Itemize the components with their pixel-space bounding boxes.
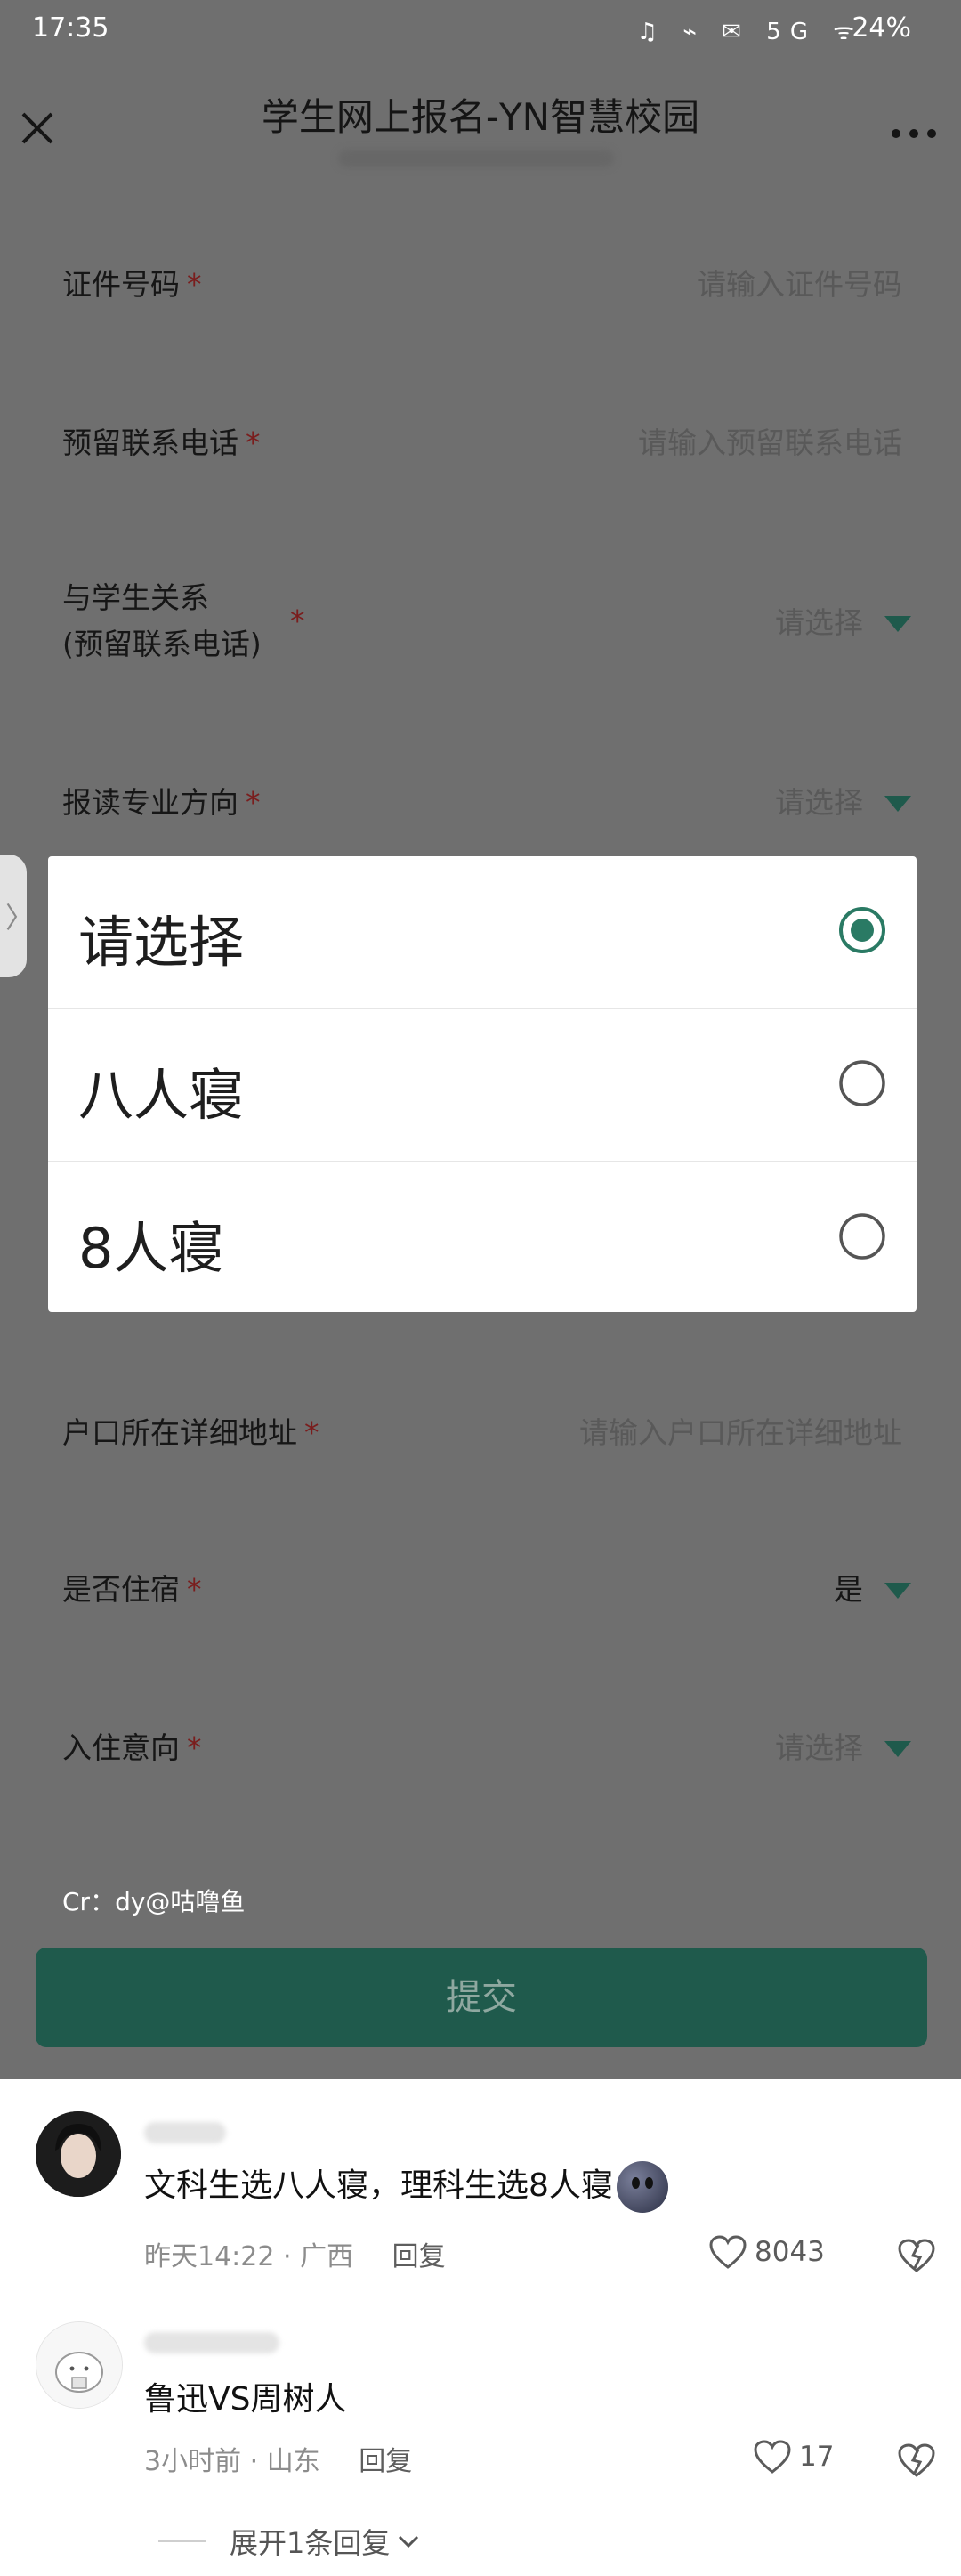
option-label: 八人寝: [78, 1063, 245, 1128]
emoji-icon: [616, 2161, 668, 2213]
avatar[interactable]: [36, 2111, 121, 2197]
avatar-photo: [36, 2111, 121, 2197]
field-household-address[interactable]: 户口所在详细地址 * 请输入户口所在详细地址: [0, 1410, 961, 1481]
dislike-icon[interactable]: [897, 2238, 936, 2273]
watermark-credit: Cr：dy@咕噜鱼: [62, 1887, 246, 1916]
comment-text: 文科生选八人寝，理科生选8人寝: [144, 2159, 668, 2213]
reply-link[interactable]: 回复: [359, 2446, 412, 2477]
required-mark: *: [187, 267, 202, 302]
required-mark: *: [187, 1572, 202, 1607]
blurred-username: [144, 2122, 226, 2143]
submit-button[interactable]: 提交: [36, 1948, 927, 2047]
form-screenshot: 17:35 ♫ ⌁ ✉ 5G ᯤ 24% 学生网上报名-YN智慧校园 证件号码 *…: [0, 0, 961, 2079]
option-eight-person-dorm-cn[interactable]: 八人寝: [48, 1008, 917, 1161]
chevron-down-icon: [399, 2535, 419, 2548]
field-contact-phone[interactable]: 预留联系电话 * 请输入预留联系电话: [0, 420, 961, 491]
field-label: 是否住宿: [62, 1572, 180, 1607]
more-options-icon[interactable]: [890, 126, 938, 141]
side-chevron-icon: 〉: [5, 901, 35, 935]
status-time: 17:35: [32, 12, 109, 44]
meta-separator: ·: [283, 2241, 292, 2272]
expand-replies-link[interactable]: 展开1条回复: [158, 2521, 420, 2562]
required-mark: *: [246, 425, 261, 460]
heart-icon: [754, 2440, 791, 2474]
meta-separator: ·: [249, 2446, 259, 2477]
comment-text: 鲁迅VS周树人: [144, 2381, 347, 2418]
like-button[interactable]: 17: [753, 2439, 834, 2475]
caret-down-icon[interactable]: [884, 616, 911, 632]
option-please-select[interactable]: 请选择: [48, 856, 917, 1008]
required-mark: *: [187, 1730, 202, 1765]
field-label: 与学生关系: [62, 580, 209, 615]
dislike-icon[interactable]: [897, 2442, 936, 2478]
expand-replies-label: 展开1条回复: [230, 2526, 391, 2560]
field-id-number[interactable]: 证件号码 * 请输入证件号码: [0, 262, 961, 333]
divider-line: [158, 2540, 206, 2542]
heart-icon: [709, 2235, 747, 2269]
select-value[interactable]: 请选择: [775, 600, 863, 646]
caret-down-icon[interactable]: [884, 1741, 911, 1757]
blurred-username: [144, 2332, 279, 2353]
radio-unselected-icon[interactable]: [838, 1212, 886, 1260]
field-boarding[interactable]: 是否住宿 * 是: [0, 1567, 961, 1638]
radio-selected-icon[interactable]: [838, 906, 886, 954]
dorm-options-popup: 请选择 八人寝 8人寝: [48, 856, 917, 1312]
field-label: 户口所在详细地址: [62, 1415, 297, 1450]
reply-link[interactable]: 回复: [392, 2241, 446, 2272]
like-button[interactable]: 8043: [708, 2234, 825, 2270]
select-value[interactable]: 请选择: [775, 1725, 863, 1771]
comment-time: 3小时前: [144, 2446, 242, 2477]
option-eight-person-dorm-num[interactable]: 8人寝: [48, 1161, 917, 1314]
battery-level: 24%: [852, 12, 911, 44]
blurred-subtitle: [338, 150, 614, 167]
required-mark: *: [246, 785, 261, 820]
page-title: 学生网上报名-YN智慧校园: [261, 95, 700, 139]
comment-location: 广西: [300, 2241, 354, 2272]
status-bar: 17:35 ♫ ⌁ ✉ 5G ᯤ 24%: [0, 0, 961, 62]
select-value[interactable]: 是: [834, 1567, 863, 1613]
comment-time: 昨天14:22: [144, 2241, 275, 2272]
avatar[interactable]: [36, 2321, 123, 2409]
field-major[interactable]: 报读专业方向 * 请选择: [0, 780, 961, 851]
side-drawer-handle[interactable]: 〉: [0, 855, 34, 977]
field-label: 报读专业方向: [62, 785, 238, 820]
option-label: 请选择: [78, 910, 245, 975]
comment-meta: 3小时前 · 山东 回复: [144, 2439, 412, 2478]
like-count: 17: [799, 2441, 835, 2473]
radio-unselected-icon[interactable]: [838, 1059, 886, 1107]
comment-location: 山东: [266, 2446, 320, 2477]
field-placeholder[interactable]: 请输入户口所在详细地址: [579, 1410, 902, 1456]
comments-section: 文科生选八人寝，理科生选8人寝 昨天14:22 · 广西 回复 8043 鲁迅V…: [0, 2079, 961, 2576]
field-placeholder[interactable]: 请输入证件号码: [697, 262, 902, 308]
avatar-cartoon: [36, 2322, 122, 2408]
option-label: 8人寝: [78, 1216, 224, 1281]
field-placeholder[interactable]: 请输入预留联系电话: [638, 420, 902, 466]
like-count: 8043: [755, 2236, 825, 2268]
caret-down-icon[interactable]: [884, 1583, 911, 1599]
caret-down-icon[interactable]: [884, 796, 911, 812]
field-dorm-preference[interactable]: 入住意向 * 请选择: [0, 1725, 961, 1796]
field-label-sub: (预留联系电话): [62, 627, 262, 661]
field-relationship[interactable]: 与学生关系 (预留联系电话) * 请选择: [0, 575, 961, 673]
required-mark: *: [304, 1415, 319, 1450]
select-value[interactable]: 请选择: [775, 780, 863, 826]
field-label: 预留联系电话: [62, 425, 238, 460]
comment-meta: 昨天14:22 · 广西 回复: [144, 2234, 446, 2273]
field-label: 证件号码: [62, 267, 180, 302]
nav-bar: 学生网上报名-YN智慧校园: [0, 62, 961, 178]
status-icons: ♫ ⌁ ✉ 5G ᯤ: [636, 19, 863, 45]
required-mark: *: [290, 603, 305, 638]
field-label: 入住意向: [62, 1730, 180, 1765]
